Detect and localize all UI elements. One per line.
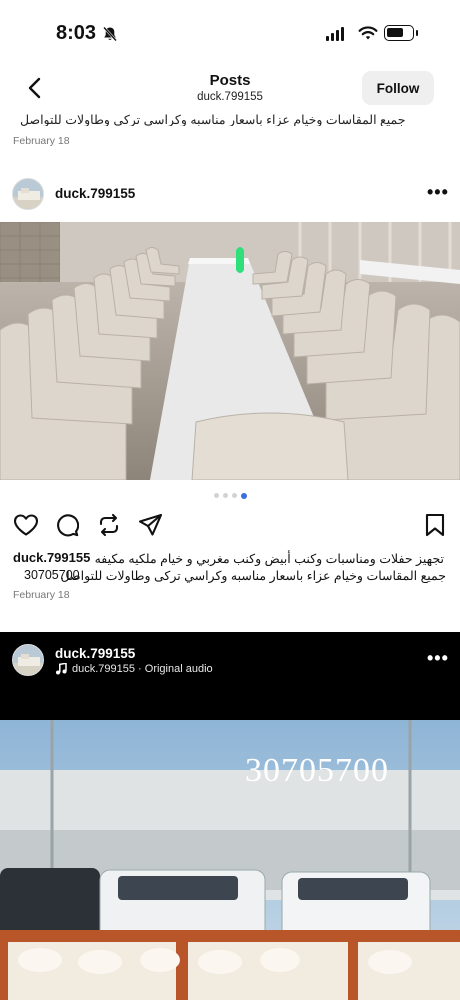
comment-icon[interactable] (55, 513, 79, 537)
carousel-indicator (0, 492, 460, 499)
send-icon[interactable] (138, 513, 163, 537)
bell-muted-icon (103, 26, 117, 42)
signal-icon (326, 27, 344, 41)
previous-caption: جميع المقاسات وخيام عزاء باسعار مناسبه و… (20, 113, 406, 126)
avatar[interactable] (12, 178, 44, 210)
carousel-dot-active (240, 492, 247, 499)
reel-video-frame[interactable] (0, 720, 460, 1000)
post-date: February 18 (13, 589, 70, 601)
music-note-icon (56, 663, 67, 675)
repost-icon[interactable] (97, 513, 121, 537)
post-image[interactable] (0, 222, 460, 480)
caption-line-2: جميع المقاسات وخيام عزاء باسعار مناسبه و… (60, 569, 446, 583)
reel-username[interactable]: duck.799155 (55, 646, 135, 661)
caption-line-1: تجهيز حفلات ومناسبات وكنب أبيض وكنب مغرب… (94, 552, 444, 566)
reel-audio-label[interactable]: duck.799155 · Original audio (72, 663, 213, 675)
carousel-dot (231, 493, 237, 498)
follow-button[interactable]: Follow (362, 71, 434, 105)
status-time: 8:03 (56, 22, 97, 44)
caption-username[interactable]: duck.799155 (13, 550, 90, 565)
post-username[interactable]: duck.799155 (55, 186, 135, 201)
bookmark-icon[interactable] (424, 513, 446, 537)
caption-phone: 30705700 (24, 568, 80, 582)
reel-post[interactable]: duck.799155 duck.799155 · Original audio… (0, 632, 460, 1000)
reel-avatar[interactable] (12, 644, 44, 676)
carousel-dot (222, 493, 228, 498)
heart-icon[interactable] (13, 513, 39, 537)
battery-icon (384, 25, 414, 41)
reel-overlay-number: 30705700 (245, 752, 389, 789)
reel-more-options-icon[interactable]: ••• (427, 648, 449, 669)
battery-tip (416, 30, 418, 36)
previous-post-date: February 18 (13, 135, 70, 147)
wifi-icon (358, 26, 378, 40)
carousel-dot (213, 493, 219, 498)
more-options-icon[interactable]: ••• (427, 182, 449, 203)
